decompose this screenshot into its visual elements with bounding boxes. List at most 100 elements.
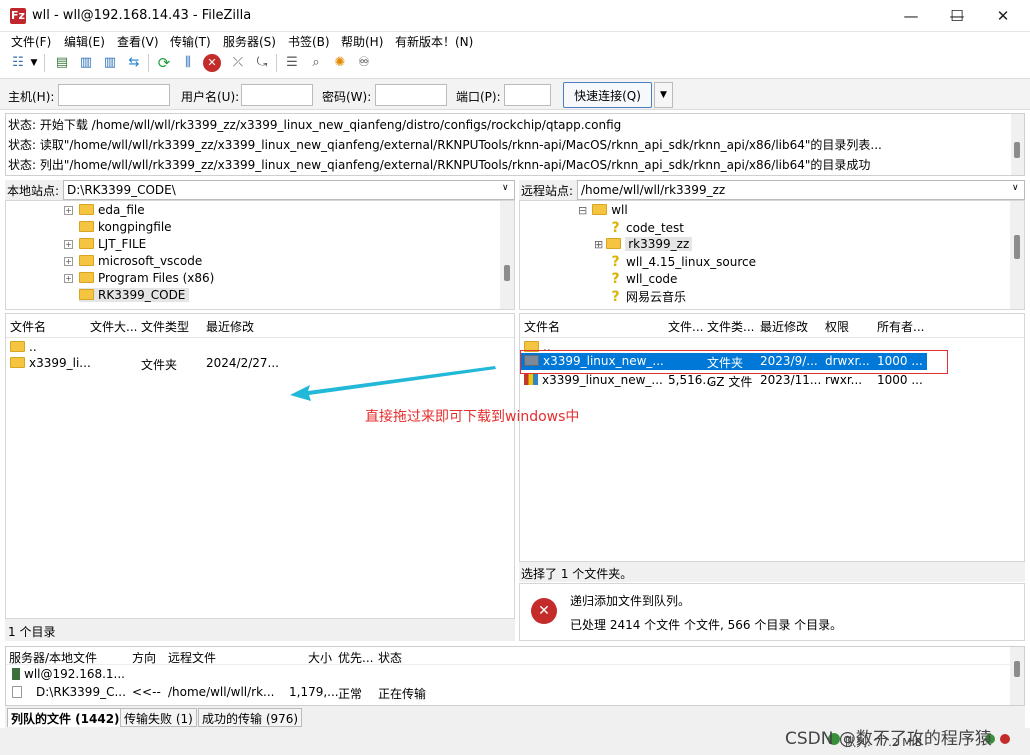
toggle-log-icon[interactable]: ▤ [52, 53, 72, 73]
close-window-button[interactable]: ✕ [980, 0, 1026, 32]
title-bar: Fz wll - wll@192.168.14.43 - FileZilla — [0, 0, 1030, 32]
tab-failed-transfers[interactable]: 传输失败 (1) [120, 708, 197, 727]
toggle-queue-icon[interactable]: ⇆ [124, 53, 144, 73]
reconnect-icon[interactable]: ⤿ [252, 53, 272, 73]
local-file-list[interactable]: 文件名 文件大... 文件类型 最近修改 .. x3399_li... 文件夹 … [5, 313, 515, 619]
folder-icon [592, 204, 608, 215]
port-input[interactable] [504, 84, 551, 106]
tree-item[interactable]: + eda_file [64, 203, 145, 217]
tree-item[interactable]: ? 网易云音乐 [608, 288, 686, 305]
local-tree-scrollbar[interactable] [500, 201, 514, 309]
message-log[interactable]: 状态: 开始下载 /home/wll/wll/rk3399_zz/x3399_l… [5, 113, 1025, 176]
column-header-priority[interactable]: 优先... [338, 649, 373, 666]
expand-icon[interactable]: + [64, 240, 73, 249]
minimize-window-button[interactable]: — [888, 0, 934, 32]
queue-scrollbar[interactable] [1010, 647, 1024, 705]
menu-bookmarks[interactable]: 书签(B) [288, 33, 330, 50]
filter-icon[interactable]: ⫼ [178, 53, 198, 73]
chevron-down-icon[interactable]: ∨ [502, 183, 509, 193]
disconnect-icon[interactable]: ⤫ [228, 53, 248, 73]
column-header-size[interactable]: 文件... [668, 318, 703, 335]
folder-icon [79, 255, 94, 266]
column-header-filename[interactable]: 文件名 [524, 318, 560, 335]
find-files-icon[interactable]: ♾ [354, 53, 374, 73]
quickconnect-dropdown-icon[interactable]: ▼ [654, 82, 673, 108]
cancel-icon[interactable]: ✕ [203, 54, 221, 72]
folder-icon [79, 289, 94, 300]
menu-new-version[interactable]: 有新版本！(N) [395, 33, 473, 50]
tab-queued-files[interactable]: 列队的文件 (1442) [7, 708, 124, 727]
host-label: 主机(H): [8, 90, 55, 104]
directory-compare-icon[interactable]: ☰ [282, 53, 302, 73]
column-header-type[interactable]: 文件类型 [141, 318, 189, 335]
tree-item-selected[interactable]: RK3399_CODE [79, 288, 190, 302]
sync-browse-icon[interactable]: ✺ [330, 53, 350, 73]
expand-icon[interactable]: + [64, 206, 73, 215]
search-icon[interactable]: ⌕ [306, 53, 326, 73]
list-item[interactable]: x3399_li... [10, 356, 91, 370]
toggle-local-tree-icon[interactable]: ▥ [76, 53, 96, 73]
remote-file-list[interactable]: 文件名 文件... 文件类... 最近修改 权限 所有者... .. x3399… [519, 313, 1025, 562]
transfer-queue[interactable]: 服务器/本地文件 方向 远程文件 大小 优先... 状态 wll@192.168… [5, 646, 1025, 706]
site-manager-icon[interactable]: ☷ [8, 53, 28, 73]
list-item[interactable]: .. [10, 340, 37, 354]
tree-item[interactable]: ? wll_code [608, 271, 677, 287]
table-row[interactable]: D:\RK3399_C... [12, 685, 126, 699]
folder-icon [79, 221, 94, 232]
remote-tree-scrollbar[interactable] [1010, 201, 1024, 309]
menu-view[interactable]: 查看(V) [117, 33, 159, 50]
column-header-modified[interactable]: 最近修改 [206, 318, 254, 335]
list-item[interactable]: x3399_linux_new_... [524, 373, 663, 387]
log-scrollbar[interactable] [1011, 114, 1024, 175]
column-header-permissions[interactable]: 权限 [825, 318, 849, 335]
host-input[interactable] [58, 84, 170, 106]
local-path-input[interactable]: D:\RK3399_CODE\ [63, 180, 515, 200]
refresh-icon[interactable]: ⟳ [154, 53, 174, 73]
tree-item[interactable]: ⊟ wll [578, 203, 628, 217]
menu-help[interactable]: 帮助(H) [341, 33, 383, 50]
menu-transfer[interactable]: 传输(T) [170, 33, 211, 50]
folder-icon [79, 204, 94, 215]
column-header-remote[interactable]: 远程文件 [168, 649, 216, 666]
column-header-modified[interactable]: 最近修改 [760, 318, 808, 335]
menu-file[interactable]: 文件(F) [11, 33, 51, 50]
folder-icon [79, 272, 94, 283]
column-header-owner[interactable]: 所有者... [877, 318, 924, 335]
expand-icon[interactable]: + [64, 257, 73, 266]
password-input[interactable] [375, 84, 447, 106]
notification-line: 已处理 2414 个文件 个文件, 566 个目录 个目录。 [570, 618, 843, 632]
column-header-size[interactable]: 文件大... [90, 318, 137, 335]
column-header-direction[interactable]: 方向 [132, 649, 156, 666]
tree-item-selected[interactable]: ⊞ rk3399_zz [594, 237, 693, 251]
quickconnect-button[interactable]: 快速连接(Q) [563, 82, 652, 108]
column-header-filename[interactable]: 文件名 [10, 318, 46, 335]
queue-server-row[interactable]: wll@192.168.1... [12, 667, 125, 681]
notification-panel: ✕ 递归添加文件到队列。 已处理 2414 个文件 个文件, 566 个目录 个… [519, 583, 1025, 641]
tree-item[interactable]: + microsoft_vscode [64, 254, 202, 268]
error-icon: ✕ [531, 598, 557, 624]
expand-icon[interactable]: ⊞ [594, 238, 603, 251]
tree-item[interactable]: kongpingfile [79, 220, 172, 234]
tab-successful-transfers[interactable]: 成功的传输 (976) [198, 708, 303, 727]
dropdown-arrow-icon[interactable]: ▼ [28, 53, 40, 73]
tree-item[interactable]: + Program Files (x86) [64, 271, 214, 285]
tree-item[interactable]: ? code_test [608, 220, 684, 236]
column-header-server[interactable]: 服务器/本地文件 [9, 649, 97, 666]
column-header-status[interactable]: 状态 [378, 649, 402, 666]
menu-edit[interactable]: 编辑(E) [64, 33, 105, 50]
toggle-remote-tree-icon[interactable]: ▥ [100, 53, 120, 73]
column-header-type[interactable]: 文件类... [707, 318, 754, 335]
username-input[interactable] [241, 84, 313, 106]
remote-directory-tree[interactable]: ⊟ wll ? code_test ⊞ rk3399_zz ? wll_4.15_lin… [519, 200, 1025, 310]
collapse-icon[interactable]: ⊟ [578, 204, 587, 217]
column-header-size[interactable]: 大小 [308, 649, 332, 666]
menu-server[interactable]: 服务器(S) [223, 33, 276, 50]
log-line: 状态: 读取"/home/wll/wll/rk3399_zz/x3399_lin… [8, 138, 882, 152]
remote-path-input[interactable]: /home/wll/wll/rk3399_zz [577, 180, 1025, 200]
tree-item[interactable]: + LJT_FILE [64, 237, 146, 251]
maximize-window-button[interactable]: ☐ [934, 0, 980, 32]
tree-item[interactable]: ? wll_4.15_linux_source [608, 254, 756, 270]
local-directory-tree[interactable]: + eda_file kongpingfile + LJT_FILE + micros… [5, 200, 515, 310]
expand-icon[interactable]: + [64, 274, 73, 283]
chevron-down-icon[interactable]: ∨ [1012, 183, 1019, 193]
